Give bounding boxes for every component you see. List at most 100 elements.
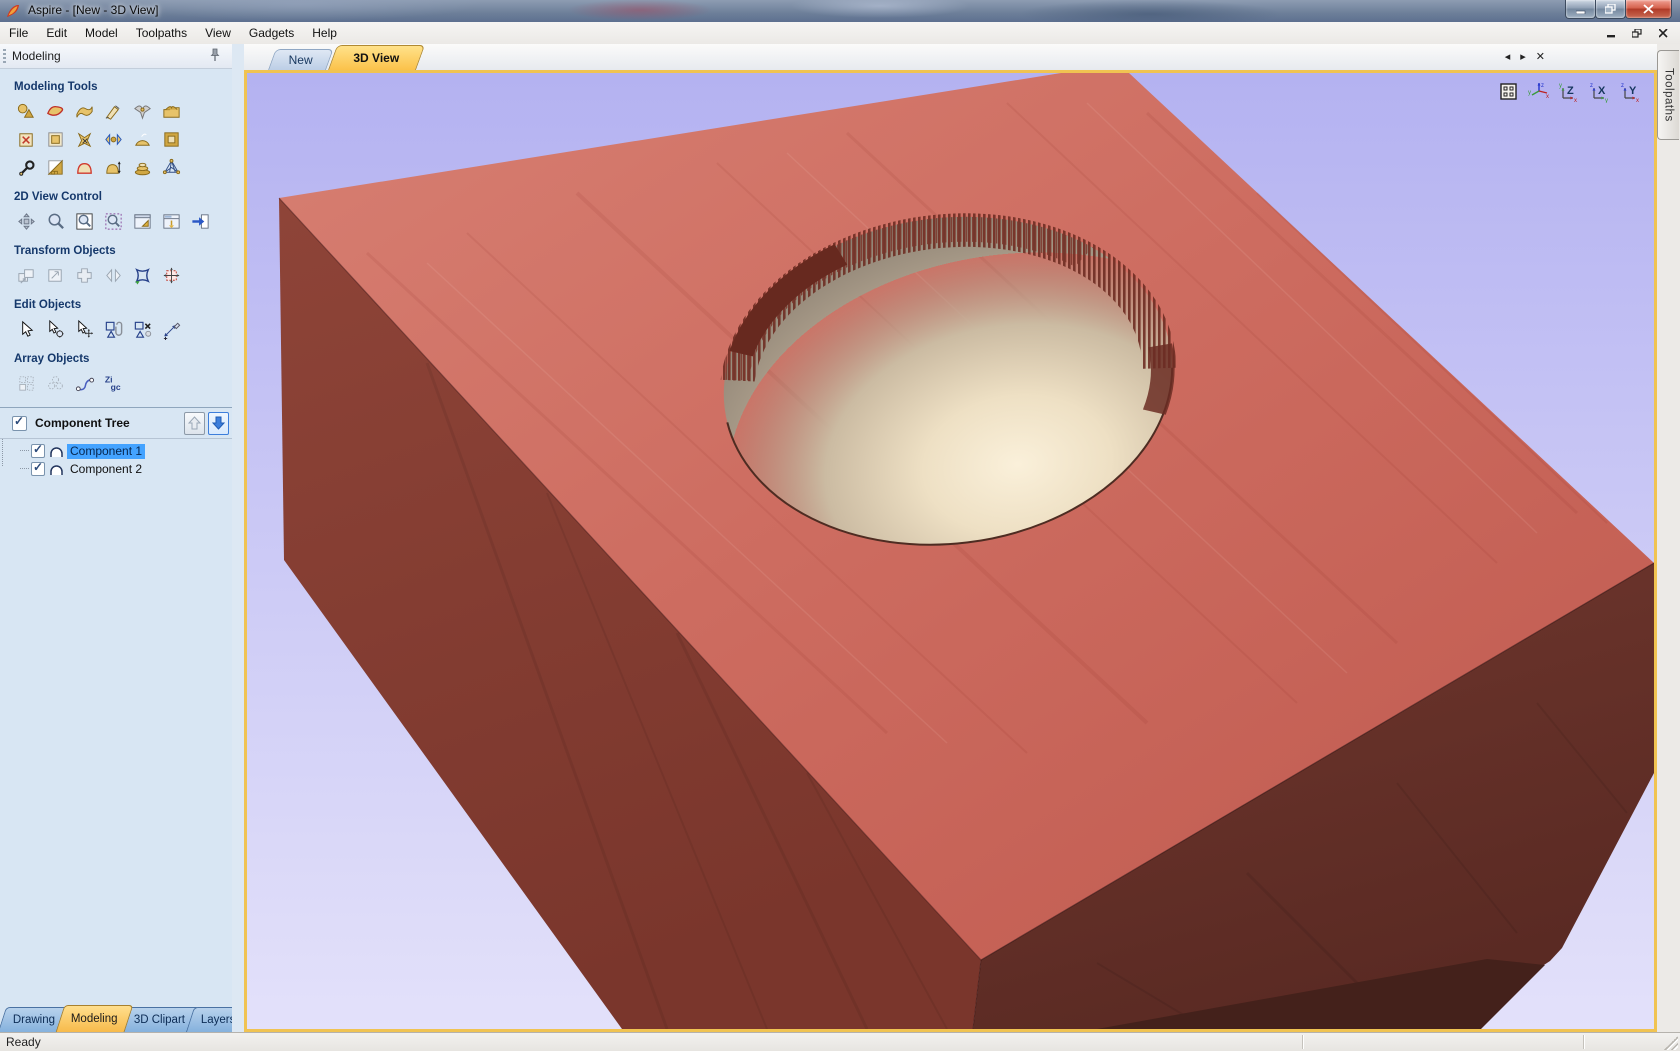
minimize-button[interactable] [1565, 0, 1596, 19]
add-texture-button[interactable] [43, 155, 68, 180]
previous-tab-arrow-icon[interactable]: ◂ [1505, 50, 1511, 64]
tree-item-2[interactable]: Component 2 [20, 460, 232, 478]
import-3d-clipart-button[interactable] [130, 99, 155, 124]
dome-from-vector-button[interactable] [72, 155, 97, 180]
tree-item-1[interactable]: Component 1 [20, 442, 232, 460]
3d-view-canvas[interactable]: yzx Zyx Xzy Yzx [244, 70, 1657, 1032]
transform-mode-button[interactable] [72, 317, 97, 342]
toolpaths-tab[interactable]: Toolpaths [1657, 50, 1679, 140]
zoom-selected-icon [132, 211, 153, 232]
mdi-minimize-button[interactable] [1600, 25, 1622, 41]
component-label[interactable]: Component 1 [67, 444, 145, 459]
zoom-extents-view-button[interactable] [1496, 81, 1520, 103]
smooth-shape-button[interactable] [130, 127, 155, 152]
pan-view-button[interactable] [14, 209, 39, 234]
shape-height-adjust-button[interactable] [101, 155, 126, 180]
menu-model[interactable]: Model [76, 23, 127, 43]
side-view-button[interactable]: Yzx [1620, 81, 1644, 103]
mdi-restore-button[interactable] [1626, 25, 1648, 41]
ungroup-objects-button[interactable] [130, 317, 155, 342]
plan-view-button[interactable]: Zyx [1558, 81, 1582, 103]
menu-view[interactable]: View [196, 23, 240, 43]
extrude-and-weave-button[interactable] [72, 99, 97, 124]
align-objects-button[interactable] [72, 263, 97, 288]
title-bar[interactable]: Aspire - [New - 3D View] [0, 0, 1680, 22]
isometric-view-button[interactable]: yzx [1527, 81, 1551, 103]
section-title-edit-objects: Edit Objects [14, 299, 232, 311]
right-rail: Toolpaths [1657, 44, 1680, 1032]
add-texture-icon [45, 157, 66, 178]
trim-model-button[interactable] [72, 127, 97, 152]
triangulate-mesh-icon [161, 157, 182, 178]
sculpting-tool-button[interactable] [101, 99, 126, 124]
zoom-interactive-icon [45, 211, 66, 232]
close-view-icon[interactable]: ✕ [1536, 50, 1545, 64]
mdi-close-button[interactable] [1652, 25, 1674, 41]
array-copy-grid-button[interactable] [14, 371, 39, 396]
restore-button[interactable] [1595, 0, 1626, 19]
side-view-icon: Yzx [1620, 81, 1644, 103]
nest-objects-button[interactable]: Zigc [101, 371, 126, 396]
create-border-button[interactable] [159, 127, 184, 152]
menu-edit[interactable]: Edit [37, 23, 76, 43]
tab-3d-view[interactable]: 3D View [328, 45, 425, 70]
distort-object-button[interactable] [130, 263, 155, 288]
create-shape-button[interactable] [14, 99, 39, 124]
zoom-box-icon [74, 211, 95, 232]
pin-icon[interactable] [208, 48, 222, 62]
tree-connector [20, 450, 29, 452]
panel-header[interactable]: Modeling [0, 44, 232, 69]
component-tree-checkbox[interactable] [12, 416, 27, 431]
copy-along-path-button[interactable] [72, 371, 97, 396]
move-object-button[interactable] [14, 263, 39, 288]
panel-tab-modeling[interactable]: Modeling [56, 1005, 133, 1032]
component-tree-header: Component Tree [0, 408, 232, 439]
array-copy-circular-button[interactable] [43, 371, 68, 396]
zoom-selected-button[interactable] [130, 209, 155, 234]
measure-tool-icon [161, 319, 182, 340]
tool-options-wrench-button[interactable] [14, 155, 39, 180]
two-rail-sweep-icon [45, 101, 66, 122]
delete-model-icon [16, 129, 37, 150]
svg-text:Y: Y [1629, 85, 1637, 97]
front-view-button[interactable]: Xzy [1589, 81, 1613, 103]
modeling-panel: Modeling Modeling Tools2D View ControlTr… [0, 44, 233, 1032]
delete-model-button[interactable] [14, 127, 39, 152]
tree-connector [20, 468, 29, 470]
component-visibility-checkbox[interactable] [31, 444, 45, 458]
group-objects-button[interactable] [101, 317, 126, 342]
toggle-2d-3d-button[interactable] [159, 209, 184, 234]
stacked-shapes-button[interactable] [130, 155, 155, 180]
panel-grip[interactable] [3, 49, 6, 63]
resize-grip[interactable] [1664, 1036, 1678, 1050]
select-object-button[interactable] [14, 317, 39, 342]
menu-toolpaths[interactable]: Toolpaths [127, 23, 196, 43]
align-center-button[interactable] [159, 263, 184, 288]
menu-help[interactable]: Help [303, 23, 346, 43]
two-rail-sweep-button[interactable] [43, 99, 68, 124]
menu-file[interactable]: File [0, 23, 37, 43]
close-button[interactable] [1625, 0, 1672, 19]
next-tab-arrow-icon[interactable]: ▸ [1520, 50, 1526, 64]
import-component-folder-button[interactable] [159, 99, 184, 124]
section-title-transform-objects: Transform Objects [14, 245, 232, 257]
menu-gadgets[interactable]: Gadgets [240, 23, 303, 43]
triangulate-mesh-button[interactable] [159, 155, 184, 180]
move-down-button[interactable] [208, 412, 229, 435]
measure-tool-button[interactable] [159, 317, 184, 342]
mirror-merge-button[interactable] [101, 127, 126, 152]
mirror-object-button[interactable] [101, 263, 126, 288]
zoom-extents-button[interactable] [101, 209, 126, 234]
tab-new[interactable]: New [268, 49, 334, 70]
inset-shape-button[interactable] [43, 127, 68, 152]
component-label[interactable]: Component 2 [67, 462, 145, 477]
zoom-box-button[interactable] [72, 209, 97, 234]
document-tab-bar: ◂ ▸ ✕ New3D View [244, 44, 1657, 70]
move-up-button[interactable] [184, 412, 205, 435]
isometric-view-icon: yzx [1527, 81, 1551, 103]
zoom-interactive-button[interactable] [43, 209, 68, 234]
component-visibility-checkbox[interactable] [31, 462, 45, 476]
set-size-button[interactable] [43, 263, 68, 288]
node-edit-button[interactable] [43, 317, 68, 342]
switch-pane-button[interactable] [188, 209, 213, 234]
